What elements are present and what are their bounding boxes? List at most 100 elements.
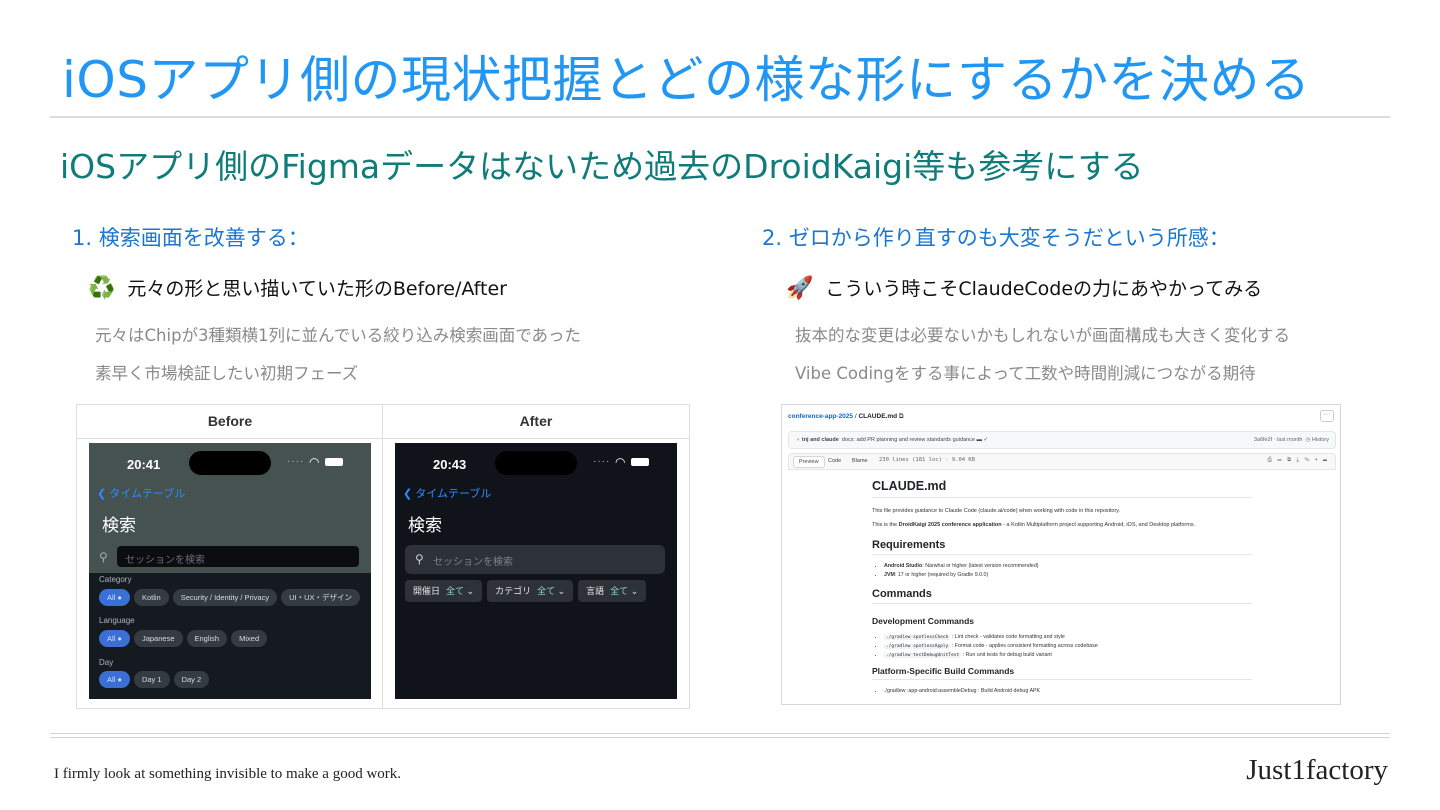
list-item: ./gradlew testDebugUnitTest : Run unit t… bbox=[884, 652, 1252, 658]
list-item: ./gradlew :app-android:assembleDebug : B… bbox=[884, 688, 1252, 694]
chip-security[interactable]: Security / Identity / Privacy bbox=[172, 589, 278, 606]
after-header: After bbox=[383, 405, 689, 439]
table-divider bbox=[382, 405, 383, 708]
md-paragraph: This file provides guidance to Claude Co… bbox=[872, 508, 1121, 514]
search-placeholder: セッションを検索 bbox=[125, 555, 205, 566]
screen-title: 検索 bbox=[102, 516, 136, 535]
dev-commands-list: ./gradlew spotlessCheck : Lint check - v… bbox=[872, 634, 1252, 658]
section2-point-text: こういう時こそClaudeCodeの力にあやかってみる bbox=[825, 278, 1263, 300]
group-label-category: Category bbox=[99, 575, 132, 584]
chip-all[interactable]: All ● bbox=[99, 671, 130, 688]
back-label: タイムテーブル bbox=[109, 488, 186, 500]
after-screenshot: 20:43 ···· ◠ ❮ タイムテーブル 検索 ⚲ セッションを検索 開催日… bbox=[395, 443, 677, 699]
signal-icon: ···· bbox=[287, 456, 305, 467]
tab-blame[interactable]: Blame bbox=[847, 456, 873, 466]
wifi-icon: ◠ bbox=[309, 455, 320, 469]
file-meta: 230 lines (181 loc) · 9.04 KB bbox=[879, 457, 976, 463]
before-header: Before bbox=[77, 405, 383, 439]
group-label-language: Language bbox=[99, 616, 135, 625]
back-label: タイムテーブル bbox=[415, 488, 492, 500]
slide-title: iOSアプリ側の現状把握とどの様な形にするかを決める bbox=[62, 51, 1311, 109]
file-view-tabs: Preview Code Blame 230 lines (181 loc) ·… bbox=[788, 453, 1336, 470]
slide-subtitle: iOSアプリ側のFigmaデータはないため過去のDroidKaigi等も参考にす… bbox=[60, 147, 1144, 186]
search-input[interactable]: ⚲ セッションを検索 bbox=[405, 545, 665, 574]
status-time: 20:41 bbox=[127, 457, 161, 472]
md-h1: CLAUDE.md bbox=[872, 479, 1252, 498]
file-toolbar-icons[interactable]: ⎙ ▭ ⧉ ⤓ ✎ ▾ ☰ bbox=[1267, 457, 1329, 464]
brand-logo: Just1factory bbox=[1246, 754, 1388, 786]
filter-panel: Category All ● Kotlin Security / Identity … bbox=[89, 573, 371, 699]
list-item: Android Studio: Narwhal or higher (lates… bbox=[884, 563, 1252, 569]
md-h2-commands: Commands bbox=[872, 588, 1252, 604]
section2-heading: 2. ゼロから作り直すのも大変そうだという所感： bbox=[762, 226, 1230, 250]
status-time: 20:43 bbox=[433, 457, 467, 472]
dynamic-island bbox=[495, 451, 577, 475]
requirements-list: Android Studio: Narwhal or higher (lates… bbox=[872, 563, 1252, 578]
section1-note2: 素早く市場検証したい初期フェーズ bbox=[95, 364, 359, 383]
chip-all[interactable]: All ● bbox=[99, 630, 130, 647]
filter-date[interactable]: 開催日 全て ⌄ bbox=[405, 580, 483, 602]
repo-link[interactable]: conference-app-2025 bbox=[788, 413, 853, 420]
tab-preview[interactable]: Preview bbox=[793, 456, 825, 468]
md-paragraph: This is the DroidKaigi 2025 conference a… bbox=[872, 522, 1196, 528]
platform-commands-list: ./gradlew :app-android:assembleDebug : B… bbox=[872, 688, 1252, 694]
footer-tagline: I firmly look at something invisible to … bbox=[54, 766, 402, 782]
commit-message[interactable]: docs: add PR planning and review standar… bbox=[842, 437, 975, 443]
section2-point: 🚀 こういう時こそClaudeCodeの力にあやかってみる bbox=[786, 274, 1262, 301]
search-input[interactable]: ⚲ セッションを検索 bbox=[99, 546, 359, 567]
search-icon: ⚲ bbox=[415, 552, 424, 566]
dynamic-island bbox=[189, 451, 271, 475]
chip-japanese[interactable]: Japanese bbox=[133, 630, 183, 647]
copy-icon[interactable]: ⧉ bbox=[899, 413, 904, 420]
md-h2-requirements: Requirements bbox=[872, 539, 1252, 555]
chip-day1[interactable]: Day 1 bbox=[133, 671, 170, 688]
title-divider bbox=[50, 116, 1390, 118]
list-item: ./gradlew spotlessCheck : Lint check - v… bbox=[884, 634, 1252, 640]
search-placeholder: セッションを検索 bbox=[433, 557, 513, 568]
markdown-preview: CLAUDE.md This file provides guidance to… bbox=[872, 479, 1252, 697]
commit-authors: tnj and claude bbox=[801, 437, 839, 443]
recycle-icon: ♻️ bbox=[88, 276, 116, 301]
chip-english[interactable]: English bbox=[186, 630, 228, 647]
chip-all[interactable]: All ● bbox=[99, 589, 130, 606]
battery-icon bbox=[631, 458, 649, 466]
day-chips: All ● Day 1 Day 2 bbox=[99, 669, 213, 688]
list-item: JVM: 17 or higher (required by Gradle 9.… bbox=[884, 572, 1252, 578]
footer-divider bbox=[50, 733, 1390, 734]
signal-icon: ···· bbox=[593, 456, 611, 467]
back-button[interactable]: ❮ タイムテーブル bbox=[403, 485, 491, 501]
battery-icon bbox=[325, 458, 343, 466]
md-h3-dev-commands: Development Commands bbox=[872, 616, 975, 626]
section2-note2: Vibe Codingをする事によって工数や時間削減につながる期待 bbox=[795, 364, 1256, 383]
before-screenshot: 20:41 ···· ◠ ❮ タイムテーブル 検索 ⚲ セッションを検索 Cat… bbox=[89, 443, 371, 699]
file-name: CLAUDE.md bbox=[858, 413, 898, 420]
group-label-day: Day bbox=[99, 658, 114, 667]
chip-kotlin[interactable]: Kotlin bbox=[133, 589, 169, 606]
search-icon: ⚲ bbox=[99, 550, 108, 564]
list-item: ./gradlew spotlessApply : Format code - … bbox=[884, 643, 1252, 649]
history-icon: ◷ bbox=[1305, 437, 1311, 443]
screen-title: 検索 bbox=[408, 516, 442, 535]
section1-point-text: 元々の形と思い描いていた形のBefore/After bbox=[127, 278, 507, 300]
commit-meta: 3a6fe2f · last month bbox=[1253, 437, 1303, 443]
filter-category[interactable]: カテゴリ 全て ⌄ bbox=[487, 580, 574, 602]
chip-day2[interactable]: Day 2 bbox=[173, 671, 210, 688]
chip-mixed[interactable]: Mixed bbox=[231, 630, 268, 647]
history-link[interactable]: History bbox=[1312, 437, 1329, 443]
section1-note1: 元々はChipが3種類横1列に並んでいる絞り込み検索画面であった bbox=[95, 326, 582, 345]
chip-ui-ux[interactable]: UI・UX・デザイン bbox=[281, 589, 361, 606]
more-options-icon[interactable]: ··· bbox=[1320, 410, 1334, 422]
tab-code[interactable]: Code bbox=[823, 456, 846, 466]
latest-commit-bar: ◐ tnj and claude docs: add PR planning a… bbox=[788, 431, 1336, 449]
md-h3-platform: Platform-Specific Build Commands bbox=[872, 666, 1252, 680]
filter-language[interactable]: 言語 全て ⌄ bbox=[578, 580, 647, 602]
filter-dropdowns: 開催日 全て ⌄ カテゴリ 全て ⌄ 言語 全て ⌄ bbox=[405, 580, 651, 602]
section1-heading: 1. 検索画面を改善する： bbox=[72, 226, 309, 250]
section1-point: ♻️ 元々の形と思い描いていた形のBefore/After bbox=[88, 274, 507, 301]
avatar: ◐ bbox=[797, 437, 801, 443]
wifi-icon: ◠ bbox=[615, 455, 626, 469]
back-button[interactable]: ❮ タイムテーブル bbox=[97, 485, 185, 501]
before-after-table: Before After 20:41 ···· ◠ ❮ タイムテーブル 検索 ⚲… bbox=[76, 404, 690, 709]
section2-note1: 抜本的な変更は必要ないかもしれないが画面構成も大きく変化する bbox=[795, 326, 1290, 345]
claude-md-screenshot: conference-app-2025 / CLAUDE.md ⧉ ··· ◐ … bbox=[781, 404, 1341, 705]
